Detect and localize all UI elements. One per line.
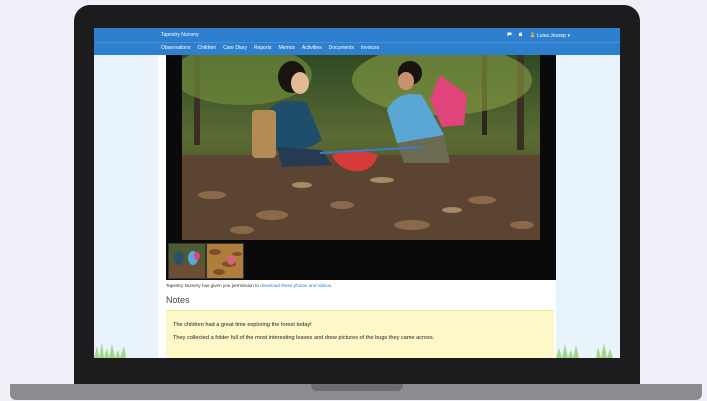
main-photo[interactable] bbox=[182, 55, 540, 240]
grass-decoration bbox=[556, 343, 613, 358]
nav-care-diary[interactable]: Care Diary bbox=[223, 45, 247, 51]
photo-thumbnail-2[interactable] bbox=[206, 243, 244, 279]
observation-content: Tapestry Nursery has given you permissio… bbox=[158, 55, 556, 358]
grass-decoration bbox=[94, 342, 126, 358]
notes-line-1: The children had a great time exploring … bbox=[173, 322, 312, 328]
nav-observations[interactable]: Observations bbox=[161, 45, 190, 51]
caption-text: Tapestry Nursery has given you permissio… bbox=[166, 283, 261, 288]
nav-documents[interactable]: Documents bbox=[329, 45, 354, 51]
user-icon bbox=[530, 32, 535, 39]
bell-icon[interactable] bbox=[518, 32, 523, 39]
nav-invoices[interactable]: Invoices bbox=[361, 45, 379, 51]
nav-reports[interactable]: Reports bbox=[254, 45, 272, 51]
nav-memos[interactable]: Memos bbox=[279, 45, 295, 51]
laptop-screen: Tapestry Nursery Luisa Jessop ▾ Observat… bbox=[94, 28, 620, 358]
chat-icon[interactable] bbox=[507, 32, 512, 39]
app-title[interactable]: Tapestry Nursery bbox=[161, 32, 199, 38]
user-name[interactable]: Luisa Jessop ▾ bbox=[537, 33, 570, 39]
nav-children[interactable]: Children bbox=[197, 45, 216, 51]
nav-activities[interactable]: Activities bbox=[302, 45, 322, 51]
notes-box: The children had a great time exploring … bbox=[166, 310, 554, 358]
top-bar: Tapestry Nursery Luisa Jessop ▾ bbox=[94, 28, 620, 42]
caption-suffix: . bbox=[330, 283, 333, 288]
user-menu[interactable]: Luisa Jessop ▾ bbox=[507, 32, 570, 39]
media-viewer bbox=[166, 55, 556, 280]
notes-line-2: They collected a folder full of the most… bbox=[173, 335, 435, 341]
download-media-link[interactable]: download these photos and videos bbox=[260, 283, 331, 288]
laptop-notch bbox=[311, 384, 403, 391]
photo-thumbnail-1[interactable] bbox=[168, 243, 206, 279]
download-permission-note: Tapestry Nursery has given you permissio… bbox=[166, 283, 332, 288]
main-nav: Observations Children Care Diary Reports… bbox=[94, 42, 620, 55]
left-gutter bbox=[94, 55, 158, 358]
notes-heading: Notes bbox=[166, 295, 190, 305]
right-gutter bbox=[556, 55, 620, 358]
